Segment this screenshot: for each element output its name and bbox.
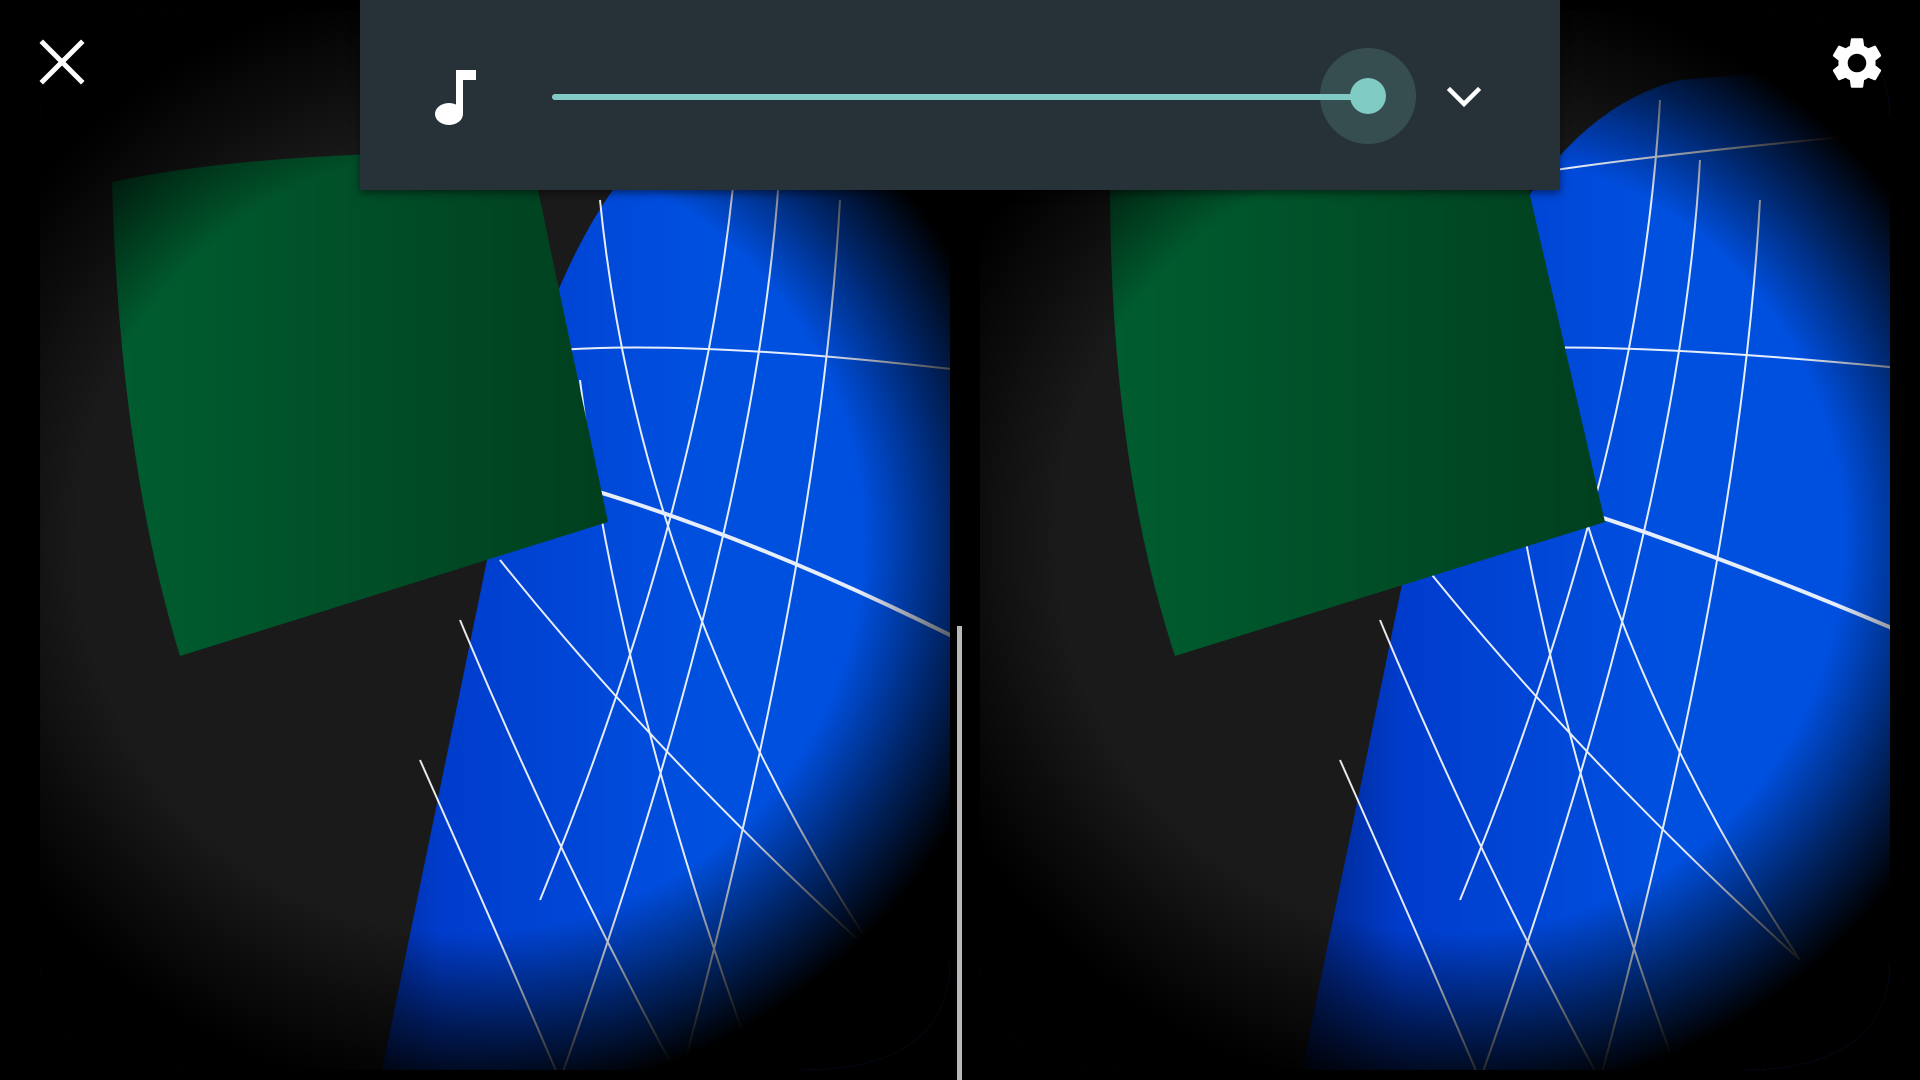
volume-slider-track[interactable] (552, 94, 1368, 100)
vr-stereo-view (0, 0, 1920, 1080)
volume-slider-thumb[interactable] (1350, 78, 1386, 114)
close-icon (39, 39, 85, 85)
volume-slider-fill (552, 94, 1368, 100)
expand-button[interactable] (1440, 76, 1488, 120)
eye-divider-line (957, 626, 962, 1080)
music-note-icon (428, 66, 478, 126)
settings-button[interactable] (1822, 30, 1892, 96)
gear-icon (1832, 38, 1882, 88)
volume-slider[interactable] (552, 46, 1418, 146)
close-button[interactable] (30, 30, 94, 94)
chevron-down-icon (1446, 86, 1482, 108)
